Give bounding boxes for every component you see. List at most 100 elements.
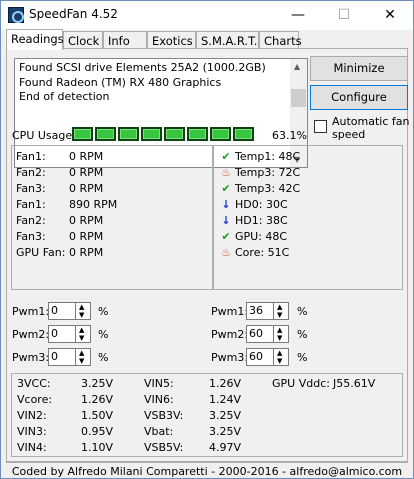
pwm1-right-input[interactable]: 36: [246, 302, 274, 320]
pwm-spinner[interactable]: ▲ ▼: [274, 325, 289, 343]
cpu-usage-segment: [118, 127, 139, 141]
tab-exotics[interactable]: Exotics: [147, 31, 196, 49]
fan-name: Fan1:: [16, 150, 46, 163]
scroll-up-icon[interactable]: ▲: [294, 62, 300, 71]
voltage-value: J55.61V: [333, 377, 376, 390]
fan-speed: 0 RPM: [69, 230, 104, 243]
voltage-name: GPU Vddc:: [272, 377, 330, 390]
cpu-usage-segment: [95, 127, 116, 141]
cpu-usage-segment: [187, 127, 208, 141]
log-line: Found Radeon (TM) RX 480 Graphics: [19, 75, 222, 89]
pwm3-left-control: Pwm3: 0 ▲ ▼ %: [12, 348, 122, 368]
minimize-window-icon[interactable]: —: [275, 1, 321, 30]
spin-up-icon[interactable]: ▲: [79, 350, 84, 357]
automatic-fan-speed-checkbox[interactable]: [314, 120, 327, 133]
pwm-unit: %: [297, 351, 308, 364]
pwm-unit: %: [98, 328, 109, 341]
check-icon: ✔: [221, 182, 231, 195]
minimize-button[interactable]: Minimize: [310, 56, 408, 81]
fan-speed: 0 RPM: [69, 246, 104, 259]
fire-icon: ♨: [221, 166, 231, 179]
fan-name: Fan2:: [16, 214, 46, 227]
tab-readings[interactable]: Readings: [6, 29, 64, 50]
fan-name: Fan2:: [16, 166, 46, 179]
fan-name: GPU Fan:: [16, 246, 66, 259]
pwm-label: Pwm2:: [12, 328, 50, 341]
maximize-window-icon[interactable]: ☐: [321, 1, 367, 30]
spin-up-icon[interactable]: ▲: [79, 327, 84, 334]
spin-up-icon[interactable]: ▲: [79, 304, 84, 311]
pwm-label: Pwm1:: [211, 305, 249, 318]
spin-up-icon[interactable]: ▲: [277, 304, 282, 311]
voltages-group: 3VCC: 3.25V Vcore: 1.26V VIN2: 1.50V VIN3: 0…: [11, 373, 403, 457]
credits-footer: Coded by Alfredo Milani Comparetti - 200…: [6, 462, 408, 478]
fan-speed: 890 RPM: [69, 198, 118, 211]
temp-reading: GPU: 48C: [235, 230, 288, 243]
pwm-unit: %: [98, 351, 109, 364]
voltage-name: VIN2:: [17, 409, 47, 422]
pwm-spinner[interactable]: ▲ ▼: [274, 302, 289, 320]
pwm-spinner[interactable]: ▲ ▼: [76, 325, 91, 343]
title-bar[interactable]: SpeedFan 4.52 — ☐ ✕: [1, 1, 413, 30]
pwm1-left-input[interactable]: 0: [48, 302, 76, 320]
voltage-value: 3.25V: [209, 409, 242, 422]
spin-down-icon[interactable]: ▼: [277, 358, 282, 365]
voltage-value: 4.97V: [209, 441, 242, 454]
close-window-icon[interactable]: ✕: [367, 1, 413, 30]
pwm-spinner[interactable]: ▲ ▼: [76, 302, 91, 320]
spin-down-icon[interactable]: ▼: [79, 312, 84, 319]
pwm-label: Pwm3:: [211, 351, 249, 364]
cpu-usage-percent: 63.1%: [272, 129, 307, 142]
check-icon: ✔: [221, 150, 231, 163]
spin-up-icon[interactable]: ▲: [277, 327, 282, 334]
voltage-name: VIN4:: [17, 441, 47, 454]
tab-label: Clock: [68, 34, 100, 48]
fan-name: Fan3:: [16, 230, 46, 243]
pwm1-right-control: Pwm1: 36 ▲ ▼ %: [211, 302, 321, 322]
log-line: Found SCSI drive Elements 25A2 (1000.2GB…: [19, 61, 266, 74]
voltage-value: 1.50V: [81, 409, 114, 422]
fire-icon: ♨: [221, 246, 231, 259]
temp-reading: Temp3: 42C: [235, 182, 301, 195]
tab-smart[interactable]: S.M.A.R.T.: [196, 31, 259, 49]
temp-reading: HD0: 30C: [235, 198, 288, 211]
pwm-unit: %: [297, 328, 308, 341]
spin-down-icon[interactable]: ▼: [79, 335, 84, 342]
fan-speed: 0 RPM: [69, 182, 104, 195]
pwm3-right-control: Pwm3: 60 ▲ ▼ %: [211, 348, 321, 368]
spin-up-icon[interactable]: ▲: [277, 350, 282, 357]
voltage-name: VIN3:: [17, 425, 47, 438]
fan-speeds-group: Fan1: 0 RPM Fan2: 0 RPM Fan3: 0 RPM Fan1: 89…: [11, 145, 213, 290]
cpu-usage-label: CPU Usage: [12, 129, 73, 142]
log-line: End of detection: [19, 90, 110, 103]
voltage-value: 1.10V: [81, 441, 114, 454]
arrow-down-icon: ↓: [221, 198, 231, 211]
spin-down-icon[interactable]: ▼: [79, 358, 84, 365]
pwm3-left-input[interactable]: 0: [48, 348, 76, 366]
voltage-value: 3.25V: [209, 425, 242, 438]
spin-down-icon[interactable]: ▼: [277, 335, 282, 342]
tab-info[interactable]: Info: [103, 31, 147, 49]
pwm3-right-input[interactable]: 60: [246, 348, 274, 366]
cpu-usage-segment: [210, 127, 231, 141]
pwm2-left-input[interactable]: 0: [48, 325, 76, 343]
cpu-usage-segment: [164, 127, 185, 141]
pwm-label: Pwm3:: [12, 351, 50, 364]
fan-name: Fan3:: [16, 182, 46, 195]
pwm-spinner[interactable]: ▲ ▼: [274, 348, 289, 366]
fan-speed: 0 RPM: [69, 166, 104, 179]
voltage-value: 1.26V: [209, 377, 242, 390]
tab-label: S.M.A.R.T.: [201, 34, 258, 48]
cpu-usage-segment: [72, 127, 93, 141]
scroll-thumb[interactable]: [291, 89, 306, 107]
pwm2-right-input[interactable]: 60: [246, 325, 274, 343]
window-title: SpeedFan 4.52: [29, 7, 118, 21]
pwm-spinner[interactable]: ▲ ▼: [76, 348, 91, 366]
tab-clock[interactable]: Clock: [63, 31, 103, 49]
configure-button[interactable]: Configure: [310, 85, 408, 110]
voltage-name: VIN5:: [144, 377, 174, 390]
tab-charts[interactable]: Charts: [259, 31, 302, 49]
spin-down-icon[interactable]: ▼: [277, 312, 282, 319]
speedfan-window: SpeedFan 4.52 — ☐ ✕ Readings Clock Info …: [0, 0, 414, 479]
voltage-value: 3.25V: [81, 377, 114, 390]
